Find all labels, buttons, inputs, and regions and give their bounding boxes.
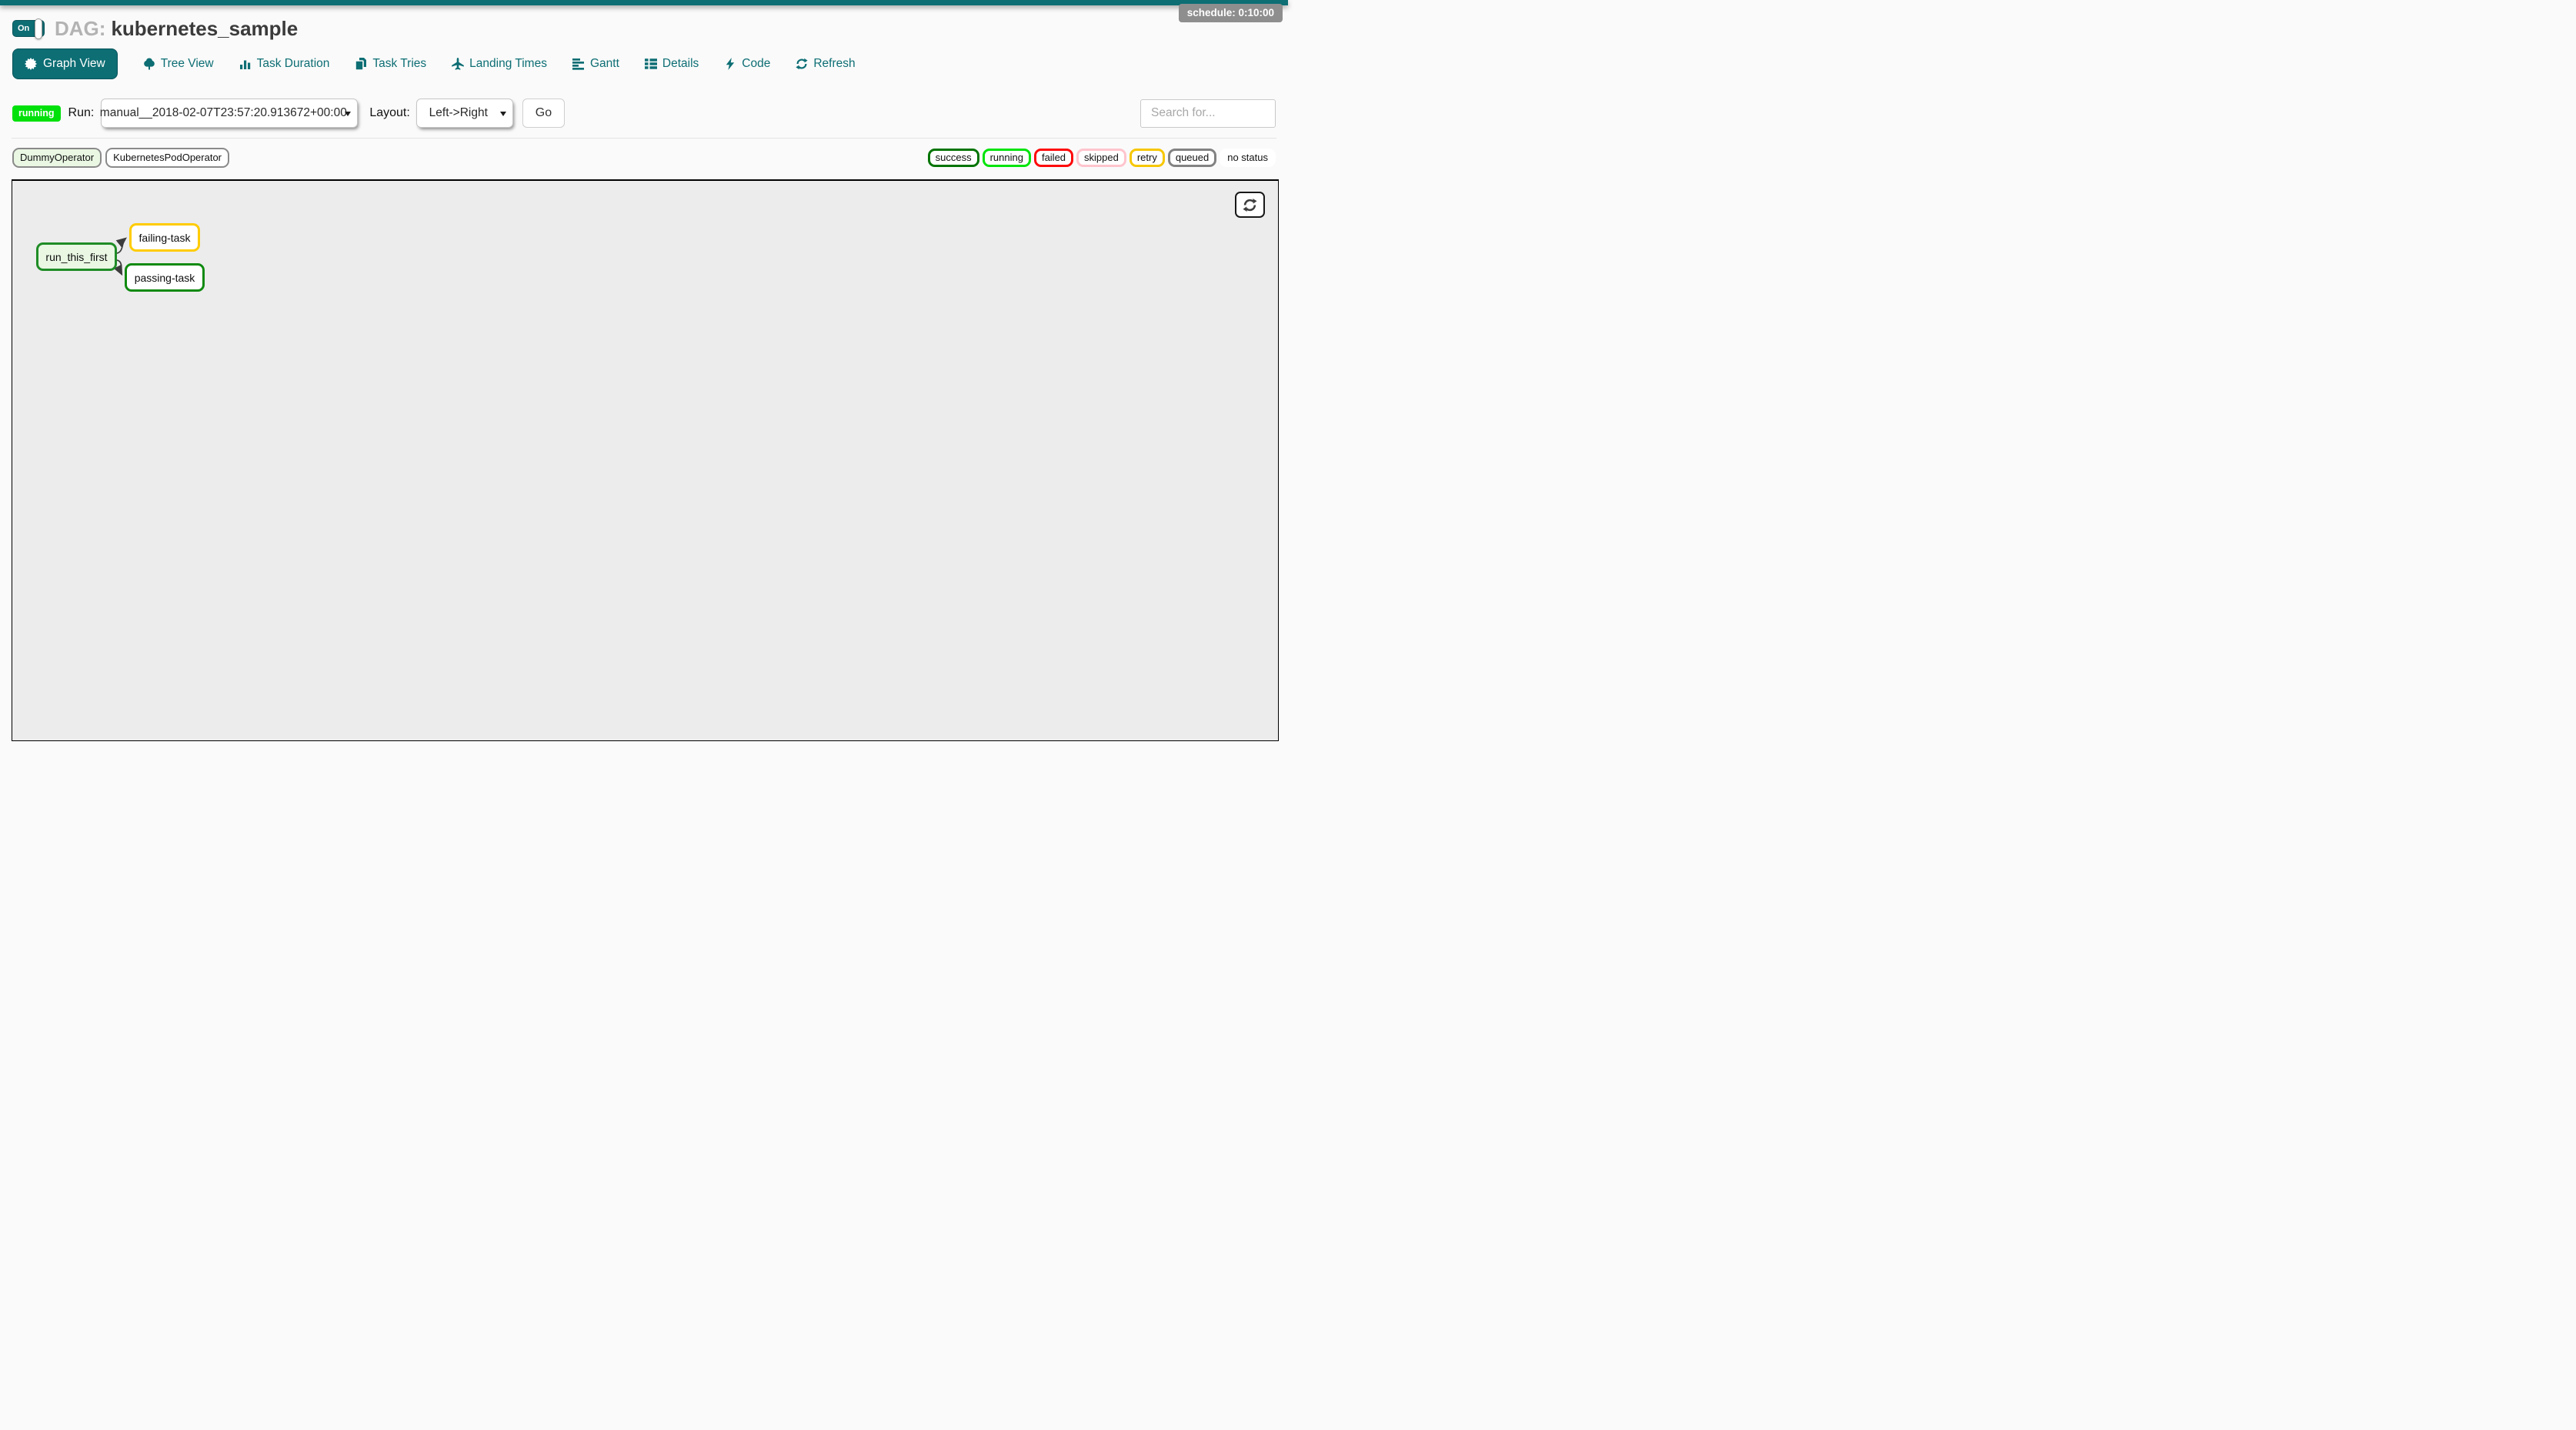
state-badge-no-status: no status — [1220, 149, 1276, 167]
toggle-knob — [35, 18, 42, 39]
run-select-value: manual__2018-02-07T23:57:20.913672+00:00 — [100, 106, 347, 120]
plane-icon — [452, 58, 464, 70]
refresh-icon — [1243, 198, 1257, 212]
list-icon — [645, 58, 657, 70]
caret-down-icon — [345, 112, 351, 116]
tab-label: Task Duration — [257, 57, 330, 71]
state-badge-retry: retry — [1130, 149, 1165, 167]
divider — [12, 138, 1276, 139]
run-controls: running Run: manual__2018-02-07T23:57:20… — [0, 99, 1288, 128]
graph-refresh-button[interactable] — [1235, 192, 1265, 218]
tab-task-tries[interactable]: Task Tries — [355, 57, 426, 71]
tab-task-duration[interactable]: Task Duration — [239, 57, 330, 71]
tab-landing-times[interactable]: Landing Times — [452, 57, 547, 71]
edge-run-to-passing — [117, 260, 122, 274]
dag-on-off-toggle[interactable]: On — [12, 20, 45, 37]
align-left-icon — [572, 58, 585, 70]
operator-badge-kubernetespod: KubernetesPodOperator — [105, 148, 229, 168]
files-icon — [355, 58, 367, 70]
tab-label: Landing Times — [469, 57, 547, 71]
dag-name: kubernetes_sample — [111, 17, 298, 40]
operator-badge-dummy: DummyOperator — [12, 148, 102, 168]
layout-select[interactable]: Left->Right — [416, 99, 513, 128]
task-node-run-this-first[interactable]: run_this_first — [36, 242, 117, 271]
task-node-failing-task[interactable]: failing-task — [129, 223, 200, 252]
go-button[interactable]: Go — [522, 99, 565, 128]
dag-graph-canvas[interactable]: run_this_first failing-task passing-task — [12, 179, 1279, 741]
dag-header: On DAG: kubernetes_sample — [0, 5, 1288, 42]
state-badge-skipped: skipped — [1076, 149, 1126, 167]
tab-label: Code — [742, 57, 770, 71]
tab-label: Refresh — [813, 57, 855, 71]
dag-run-state-badge: running — [12, 105, 61, 122]
search-input[interactable] — [1140, 99, 1276, 128]
state-badge-success: success — [928, 149, 979, 167]
dag-prefix: DAG: — [55, 17, 105, 40]
state-badge-queued: queued — [1168, 149, 1216, 167]
layout-select-value: Left->Right — [429, 106, 488, 120]
page-title: DAG: kubernetes_sample — [55, 17, 298, 41]
tab-label: Tree View — [161, 57, 214, 71]
toggle-on-label: On — [18, 24, 29, 33]
tab-details[interactable]: Details — [645, 57, 699, 71]
tree-icon — [143, 58, 155, 70]
tab-label: Details — [662, 57, 699, 71]
tab-refresh[interactable]: Refresh — [796, 57, 855, 71]
bolt-icon — [724, 58, 736, 70]
tab-graph-view[interactable]: Graph View — [12, 48, 118, 79]
run-select[interactable]: manual__2018-02-07T23:57:20.913672+00:00 — [101, 99, 358, 128]
tab-label: Gantt — [590, 57, 619, 71]
tab-label: Task Tries — [372, 57, 426, 71]
state-legend: success running failed skipped retry que… — [928, 149, 1276, 167]
caret-down-icon — [500, 112, 506, 116]
top-navbar — [0, 0, 1288, 5]
tab-code[interactable]: Code — [724, 57, 770, 71]
schedule-badge: schedule: 0:10:00 — [1179, 4, 1283, 22]
state-badge-running: running — [983, 149, 1031, 167]
run-label: Run: — [68, 106, 95, 120]
edge-run-to-failing — [117, 239, 125, 253]
legend: DummyOperator KubernetesPodOperator succ… — [0, 148, 1288, 168]
state-badge-failed: failed — [1034, 149, 1073, 167]
layout-label: Layout: — [369, 106, 409, 120]
bar-chart-icon — [239, 58, 252, 70]
task-node-passing-task[interactable]: passing-task — [125, 263, 205, 292]
tab-tree-view[interactable]: Tree View — [143, 57, 214, 71]
tab-gantt[interactable]: Gantt — [572, 57, 619, 71]
view-tabs: Graph View Tree View Task Duration Task … — [0, 42, 1288, 80]
sunburst-icon — [25, 58, 37, 70]
tab-label: Graph View — [43, 57, 105, 71]
refresh-icon — [796, 58, 808, 70]
